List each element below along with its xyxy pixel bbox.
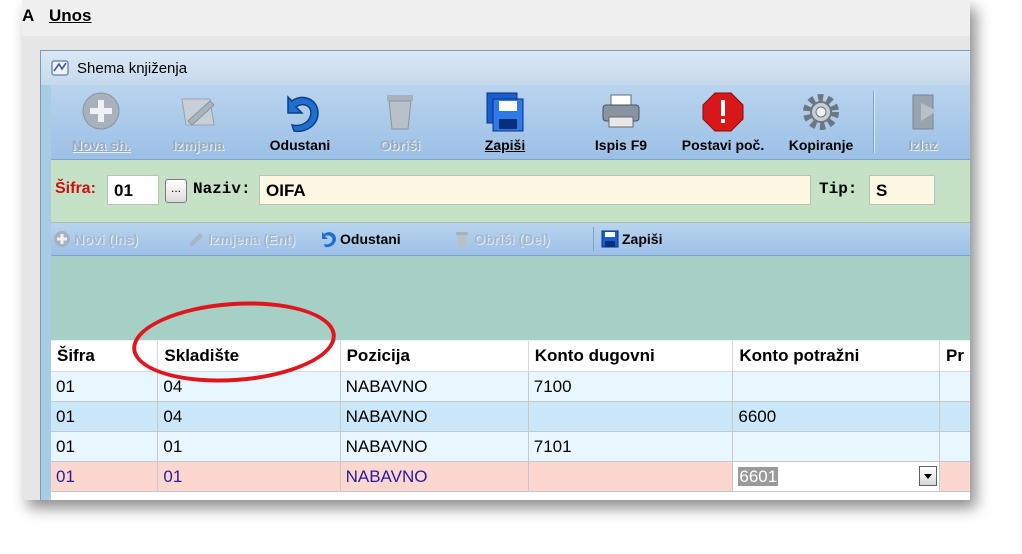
edit-button[interactable]: Izmjena [155,89,241,155]
trash-icon [456,232,468,247]
set-initial-button[interactable]: Postavi poč. [675,89,771,155]
trash-icon [387,95,413,130]
window-title: Shema knjiženja [77,60,188,77]
table-cell[interactable]: 04 [157,401,341,432]
undo-arrow-icon [322,232,336,248]
new-row-label: Novi (Ins) [74,231,138,247]
edit-row-button[interactable]: Izmjena (Ent) [187,230,295,248]
cancel-button[interactable]: Odustani [251,89,349,155]
pencil-paper-icon [181,98,215,126]
table-cell[interactable] [939,401,970,432]
edit-label: Izmjena [172,137,224,153]
toolbar-separator [873,91,875,153]
undo-arrow-icon [287,95,319,133]
menu-item-a[interactable]: A [22,6,34,26]
subtoolbar-separator [593,227,594,251]
table-cell[interactable]: 01 [51,461,159,492]
plus-icon [82,92,120,130]
table-cell[interactable]: 7100 [528,371,734,402]
header-form-panel: Šifra: 01 ... Naziv: OIFA Tip: S [51,160,970,223]
delete-button[interactable]: Obriši [363,89,437,155]
print-label: Ispis F9 [594,137,648,153]
sifra-input[interactable]: 01 [107,175,159,205]
exit-label: Izlaz [908,137,938,153]
table-cell[interactable]: 01 [51,401,159,432]
table-cell[interactable] [528,401,734,432]
tip-label: Tip: [819,180,858,198]
new-scheme-label: Nova sh. [71,137,131,153]
printer-icon [602,94,640,128]
copy-button[interactable]: Kopiranje [779,89,863,155]
exit-button[interactable]: Izlaz [887,89,959,155]
konto-potrazni-value[interactable]: 6601 [738,466,779,486]
delete-row-label: Obriši (Del) [474,231,550,247]
exit-door-icon [912,94,937,130]
cancel-row-button[interactable]: Odustani [319,230,401,248]
alert-stop-icon [702,92,744,132]
table-cell[interactable] [732,371,940,402]
new-row-button[interactable]: Novi (Ins) [53,230,138,248]
floppy-disk-icon [486,92,524,132]
main-toolbar: Nova sh. Izmjena Odustani Obriši Zapiši … [51,85,970,160]
naziv-label: Naziv: [193,180,251,198]
save-button[interactable]: Zapiši [469,89,541,155]
table-cell[interactable] [939,431,970,462]
table-cell[interactable]: NABAVNO [340,401,529,432]
sifra-label: Šifra: [55,180,96,197]
naziv-input[interactable]: OIFA [259,175,811,205]
table-cell[interactable]: 01 [51,431,159,462]
new-scheme-button[interactable]: Nova sh. [59,89,143,155]
tip-input[interactable]: S [869,175,935,205]
table-row[interactable]: 01 01 NABAVNO 7101 [51,431,970,462]
konto-potrazni-editor[interactable]: 6601 [732,461,940,492]
gear-icon [803,94,839,130]
table-cell[interactable] [732,431,940,462]
window-body: Nova sh. Izmjena Odustani Obriši Zapiši … [51,85,970,500]
print-button[interactable]: Ispis F9 [581,89,661,155]
dropdown-arrow-icon[interactable] [918,466,937,486]
table-cell[interactable] [528,461,734,492]
app-icon [51,60,69,76]
table-cell[interactable]: 01 [157,431,341,462]
menu-bar: A Unos [22,0,970,37]
save-label: Zapiši [484,137,526,153]
screenshot-frame: A Unos Shema knjiženja Nova sh. Izmjena … [22,0,970,500]
set-initial-label: Postavi poč. [681,137,765,153]
table-cell[interactable]: 7101 [528,431,734,462]
delete-row-button[interactable]: Obriši (Del) [453,230,549,248]
column-header-konto-potrazni[interactable]: Konto potražni [732,341,940,372]
table-cell[interactable]: NABAVNO [340,371,529,402]
edit-row-label: Izmjena (Ent) [208,231,296,247]
table-cell[interactable]: NABAVNO [340,431,529,462]
table-cell[interactable]: 01 [51,371,159,402]
column-header-pozicija[interactable]: Pozicija [340,341,529,372]
title-bar[interactable]: Shema knjiženja [41,51,970,85]
cancel-label: Odustani [269,137,331,153]
table-cell[interactable] [939,461,970,492]
pencil-icon [189,233,203,247]
plus-icon [54,231,70,247]
copy-label: Kopiranje [788,137,854,153]
selected-table-row[interactable]: 01 01 NABAVNO 6601 [51,461,970,492]
table-cell[interactable]: NABAVNO [340,461,529,492]
table-cell[interactable]: 01 [157,461,341,492]
table-cell[interactable]: 6600 [732,401,940,432]
save-row-label: Zapiši [622,231,663,247]
shema-window: Shema knjiženja Nova sh. Izmjena Odustan… [40,50,970,500]
column-header-pr[interactable]: Pr [939,341,970,372]
floppy-disk-icon [601,230,619,248]
table-cell[interactable] [939,371,970,402]
save-row-button[interactable]: Zapiši [601,230,662,248]
column-header-konto-dugovni[interactable]: Konto dugovni [528,341,734,372]
table-row[interactable]: 01 04 NABAVNO 6600 [51,401,970,432]
cancel-row-label: Odustani [340,231,401,247]
detail-toolbar: Novi (Ins) Izmjena (Ent) Odustani Obriši… [51,223,970,256]
sifra-lookup-button[interactable]: ... [165,179,187,203]
delete-label: Obriši [379,137,421,153]
menu-item-unos[interactable]: Unos [49,6,92,26]
